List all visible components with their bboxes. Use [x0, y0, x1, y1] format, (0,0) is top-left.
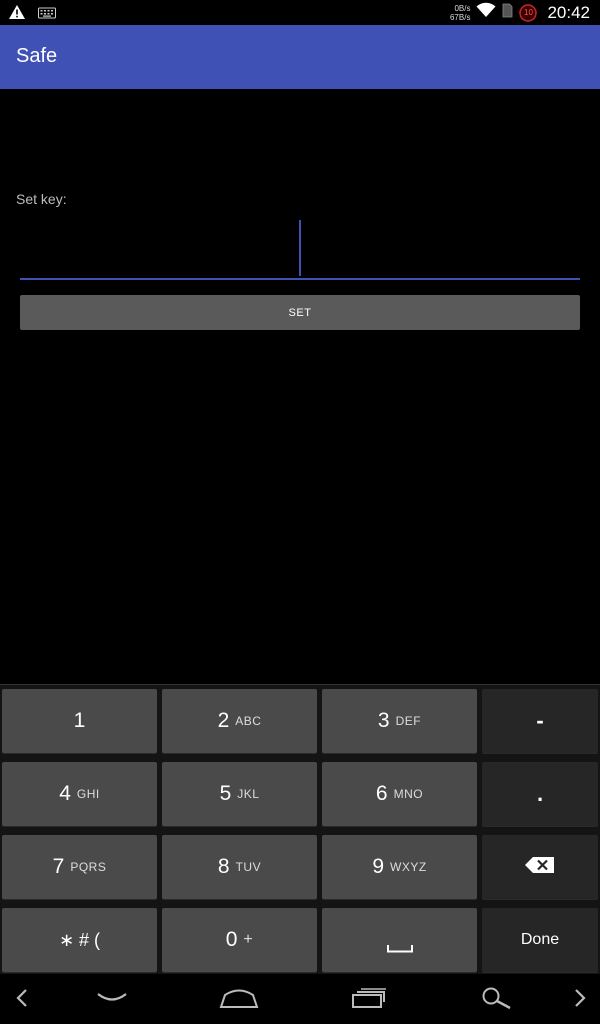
key-input[interactable] [20, 214, 580, 280]
key-4-sub: GHI [76, 787, 100, 801]
key-5-main: 5 [219, 782, 232, 805]
sim-icon [502, 3, 513, 23]
home-button[interactable] [216, 986, 262, 1014]
battery-level-text: 10 [524, 7, 533, 17]
recents-icon [351, 987, 387, 1014]
key-3-sub: DEF [395, 714, 422, 728]
key-0-sub: + [243, 931, 254, 948]
hide-keyboard-icon [96, 991, 128, 1010]
key-period-main: . [536, 781, 544, 806]
key-6-main: 6 [375, 782, 388, 805]
net-down-text: 67B/s [449, 12, 471, 22]
key-8-sub: TUV [235, 860, 262, 874]
key-8[interactable]: 8 TUV [162, 835, 317, 899]
status-right: 0B/s 67B/s 10 20:42 [450, 2, 590, 23]
key-9-sub: WXYZ [390, 860, 427, 874]
key-3[interactable]: 3 DEF [322, 689, 477, 753]
key-3-main: 3 [377, 709, 390, 732]
clock: 20:42 [547, 2, 590, 22]
key-2-main: 2 [217, 709, 230, 732]
key-1-main: 1 [73, 709, 86, 732]
key-0-main: 0 [225, 928, 238, 951]
forward-arrow-button[interactable] [560, 986, 600, 1014]
key-period[interactable]: . [482, 762, 598, 826]
key-backspace[interactable] [482, 835, 598, 899]
set-key-label: Set key: [16, 191, 67, 207]
screen: 0B/s 67B/s 10 20:42 Safe Set key: SET 1 … [0, 0, 600, 1024]
key-1[interactable]: 1 [2, 689, 157, 753]
net-up-text: 0B/s [454, 3, 471, 13]
key-5[interactable]: 5 JKL [162, 762, 317, 826]
key-space[interactable] [322, 908, 477, 972]
status-left [8, 4, 56, 25]
key-2-sub: ABC [235, 714, 262, 728]
network-speed: 0B/s 67B/s [450, 4, 470, 22]
key-symbols[interactable]: ∗ # ( [2, 908, 157, 972]
key-6[interactable]: 6 MNO [322, 762, 477, 826]
key-done-label: Done [520, 931, 560, 948]
hide-keyboard-button[interactable] [90, 986, 134, 1014]
key-5-sub: JKL [237, 787, 260, 801]
key-minus-main: - [536, 708, 544, 733]
forward-arrow-icon [573, 988, 587, 1013]
key-7-sub: PQRS [70, 860, 107, 874]
key-7-main: 7 [52, 855, 65, 878]
backspace-icon [525, 856, 555, 878]
keyboard-icon [38, 6, 56, 24]
key-8-main: 8 [217, 855, 230, 878]
search-button[interactable] [476, 986, 516, 1014]
key-4-main: 4 [59, 782, 71, 805]
key-0[interactable]: 0 + [162, 908, 317, 972]
space-icon [386, 940, 413, 958]
key-symbols-main: ∗ # ( [58, 929, 101, 950]
key-9[interactable]: 9 WXYZ [322, 835, 477, 899]
key-2[interactable]: 2 ABC [162, 689, 317, 753]
back-arrow-button[interactable] [2, 986, 42, 1014]
home-icon [219, 987, 259, 1014]
key-6-sub: MNO [393, 787, 424, 801]
back-arrow-icon [15, 988, 29, 1013]
key-9-main: 9 [372, 855, 384, 878]
numeric-keyboard: 1 2 ABC 3 DEF - 4 GHI 5 JKL 6 MNO . 7 PQ… [0, 684, 600, 975]
status-bar: 0B/s 67B/s 10 20:42 [0, 0, 600, 25]
text-cursor [299, 220, 301, 276]
battery-icon: 10 [519, 3, 538, 22]
key-done[interactable]: Done [482, 908, 598, 972]
key-4[interactable]: 4 GHI [2, 762, 157, 826]
recents-button[interactable] [346, 986, 392, 1014]
app-bar: Safe [0, 25, 600, 89]
wifi-icon [476, 2, 496, 23]
key-7[interactable]: 7 PQRS [2, 835, 157, 899]
search-icon [480, 986, 512, 1015]
app-title: Safe [16, 45, 58, 67]
warning-icon [8, 4, 26, 25]
navigation-bar [0, 974, 600, 1024]
key-minus[interactable]: - [482, 689, 598, 753]
set-button[interactable]: SET [20, 295, 580, 330]
